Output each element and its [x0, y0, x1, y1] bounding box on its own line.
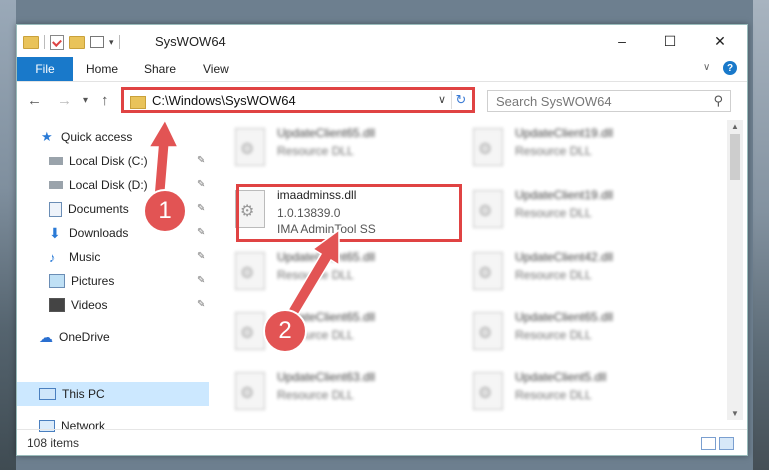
desktop-background-left	[0, 0, 16, 470]
explorer-window: ▾ SysWOW64 – ☐ ✕ File Home Share View ∨ …	[16, 24, 748, 456]
desktop-background-right	[753, 0, 769, 470]
arrow-to-highlighted-file	[283, 228, 340, 321]
annotation-arrows	[147, 118, 340, 321]
step-1-badge: 1	[143, 189, 187, 233]
step-2-badge: 2	[263, 309, 307, 353]
